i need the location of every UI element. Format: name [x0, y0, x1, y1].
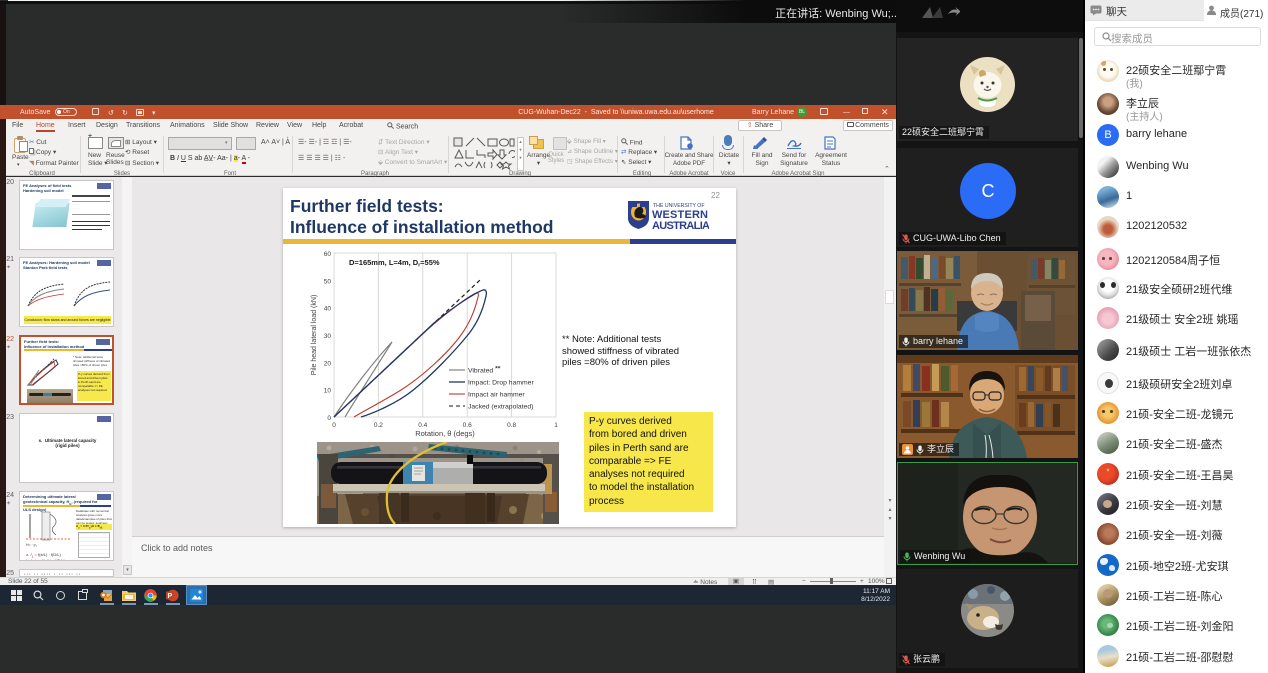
- svg-text:0: 0: [327, 415, 331, 422]
- svg-text:H= · p₂: H= · p₂: [26, 543, 38, 547]
- svg-text:Impact air hammer: Impact air hammer: [468, 392, 525, 399]
- svg-text:40: 40: [324, 306, 332, 313]
- svg-text:50: 50: [324, 278, 332, 285]
- svg-text:D=165mm, L=4m, Dr=55%: D=165mm, L=4m, Dr=55%: [349, 258, 440, 269]
- svg-text:Vibrated **: Vibrated **: [468, 366, 501, 375]
- svg-text:60: 60: [324, 251, 332, 258]
- svg-text:Rotation, θ (degs): Rotation, θ (degs): [415, 429, 475, 438]
- svg-text:Pile head lateral load (kN): Pile head lateral load (kN): [311, 295, 318, 376]
- svg-text:0.6: 0.6: [463, 422, 472, 429]
- svg-text:0.2: 0.2: [374, 422, 383, 429]
- svg-text:AUSTRALIA: AUSTRALIA: [652, 220, 709, 231]
- svg-text:30: 30: [324, 333, 332, 340]
- svg-text:0.4: 0.4: [418, 422, 427, 429]
- svg-text:P: P: [168, 593, 173, 600]
- svg-text:Jacked (extrapolated): Jacked (extrapolated): [468, 404, 533, 411]
- svg-text:1: 1: [554, 422, 558, 429]
- svg-text:0: 0: [332, 422, 336, 429]
- svg-text:10: 10: [324, 388, 332, 395]
- svg-text:20: 20: [324, 360, 332, 367]
- svg-text:Impact: Drop hammer: Impact: Drop hammer: [468, 380, 534, 387]
- svg-text:0.8: 0.8: [507, 422, 516, 429]
